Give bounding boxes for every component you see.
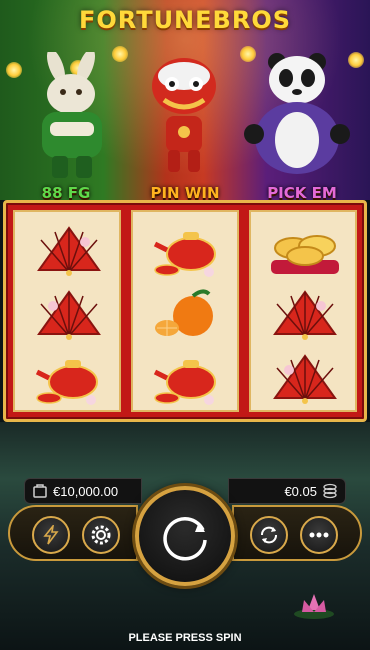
fan-icon [37,226,101,276]
autoplay-button[interactable] [250,516,288,554]
lion-dragon-character [152,58,216,172]
teapot-icon [153,360,216,405]
menu-button[interactable] [300,516,338,554]
spin-icon [163,517,207,561]
status-message: PLEASE PRESS SPIN [128,632,242,644]
fan-icon [37,290,101,340]
gear-icon [91,525,111,545]
bet-amount: €0.05 [284,483,317,499]
fan-icon [273,290,337,340]
teapot-icon [153,232,216,277]
coins-icon [323,483,337,499]
autoplay-icon [261,526,277,544]
lotus-icon [294,594,334,619]
turbo-button[interactable] [32,516,70,554]
fan-icon [273,354,337,404]
panda-character [244,53,350,174]
gold-ingot-icon [271,235,339,274]
balance-amount: €10,000.00 [53,483,119,499]
more-icon [309,532,329,538]
balance-display: €10,000.00 [24,478,142,504]
reel-3 [249,210,357,412]
rabbit-character [42,52,102,178]
wallet-icon [33,484,47,498]
spin-button[interactable] [135,486,235,586]
bet-display[interactable]: €0.05 [228,478,346,504]
reel-1 [13,210,121,412]
teapot-icon [35,360,98,405]
lightning-icon [43,525,59,545]
orange-icon [155,289,213,336]
game-logo: FORTUNEBROS [79,6,291,34]
lantern-light [6,62,22,78]
settings-button[interactable] [82,516,120,554]
reel-2 [131,210,239,412]
